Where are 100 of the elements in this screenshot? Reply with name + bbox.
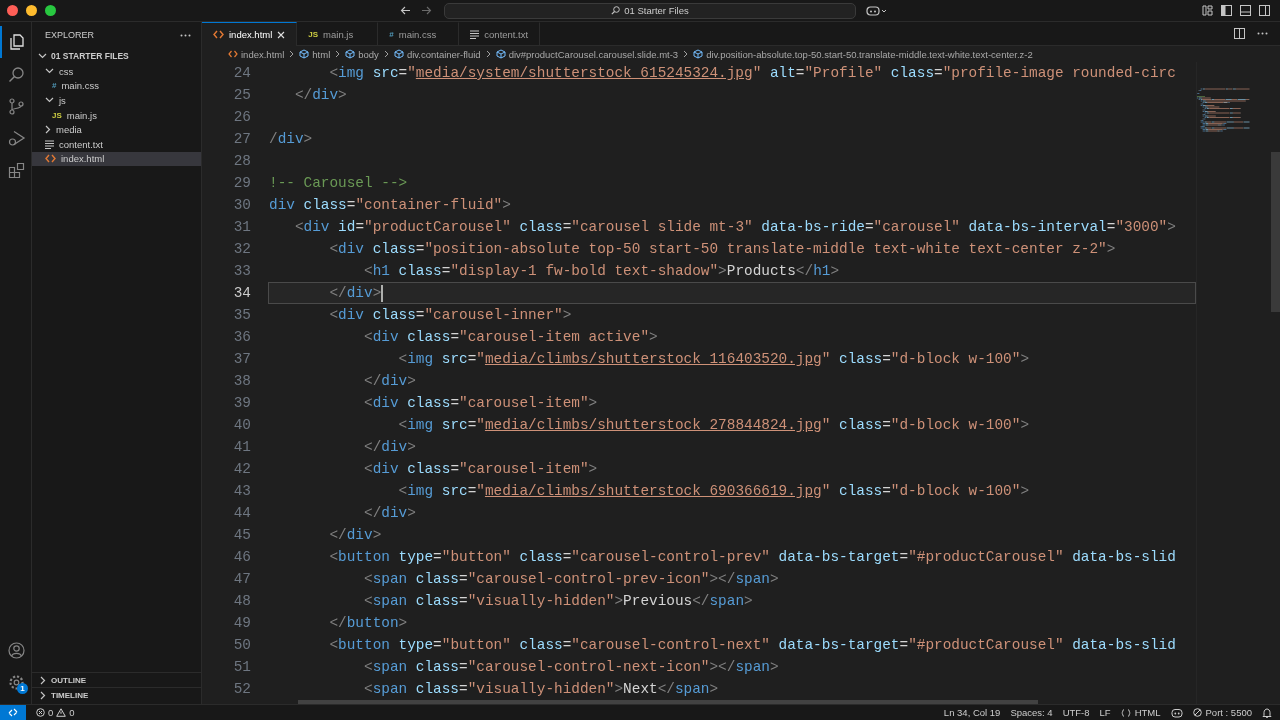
code-line: <img src="media/system/shutterstock_615245324.jpg" alt="Profile" class="profile-image rounded-circ bbox=[328, 64, 1176, 83]
panel-header[interactable]: OUTLINE bbox=[32, 672, 201, 687]
copilot-icon[interactable] bbox=[1170, 707, 1183, 718]
problem-count: 0 bbox=[48, 707, 54, 718]
status-item[interactable]: UTF-8 bbox=[1062, 707, 1090, 718]
status-item[interactable]: Ln 34, Col 19 bbox=[943, 707, 1001, 718]
folder-header[interactable]: 01 STARTER FILES bbox=[32, 48, 201, 64]
editor-tab[interactable]: content.txt bbox=[459, 22, 541, 45]
line-number: 25 bbox=[232, 86, 252, 105]
chevron-right-icon bbox=[289, 50, 295, 58]
line-number: 30 bbox=[232, 196, 252, 215]
line-number: 38 bbox=[232, 372, 252, 391]
sidebar-title: EXPLORER bbox=[45, 30, 95, 40]
editor-tab[interactable]: index.html bbox=[202, 22, 298, 46]
line-number: 32 bbox=[232, 240, 252, 259]
line-number: 40 bbox=[232, 416, 252, 435]
code-line: </div> bbox=[363, 438, 416, 457]
vertical-scrollbar[interactable] bbox=[1271, 152, 1280, 312]
cube-icon bbox=[495, 49, 506, 59]
breadcrumb-item[interactable]: index.html bbox=[228, 48, 285, 60]
line-number: 24 bbox=[232, 64, 252, 83]
remote-button[interactable] bbox=[0, 705, 26, 720]
file-item[interactable]: content.txt bbox=[32, 136, 201, 152]
line-number: 34 bbox=[232, 284, 252, 303]
braces-icon bbox=[1120, 708, 1131, 717]
code-line: </div> bbox=[328, 284, 382, 303]
remote-icon bbox=[8, 708, 18, 717]
close-icon[interactable] bbox=[277, 30, 286, 39]
code-line: </div> bbox=[293, 86, 347, 105]
code-line: <h1 class="display-1 fw-bold text-shadow">Products</h1> bbox=[363, 262, 840, 281]
split-editor-icon[interactable] bbox=[1234, 28, 1245, 39]
line-number: 37 bbox=[232, 350, 252, 369]
toggle-secondary-sidebar-icon[interactable] bbox=[1259, 5, 1270, 16]
status-item[interactable]: Spaces: 4 bbox=[1010, 707, 1053, 718]
customize-layout-icon[interactable] bbox=[1202, 5, 1213, 16]
breadcrumb-item[interactable]: div.position-absolute.top-50.start-50.translate-middle.text-white.text-center.z-2 bbox=[693, 48, 1033, 60]
line-number: 48 bbox=[232, 592, 252, 611]
code-line: <span class="visually-hidden">Next</span> bbox=[363, 680, 719, 699]
settings-button[interactable]: 1 bbox=[0, 666, 31, 698]
line-number: 39 bbox=[232, 394, 252, 413]
window-zoom-button[interactable] bbox=[45, 5, 56, 16]
error-icon bbox=[36, 708, 45, 717]
toggle-sidebar-icon[interactable] bbox=[1221, 5, 1232, 16]
code-icon bbox=[213, 30, 224, 39]
breadcrumb-item[interactable]: body bbox=[345, 48, 379, 60]
line-number: 31 bbox=[232, 218, 252, 237]
settings-icon bbox=[8, 673, 25, 691]
file-item[interactable]: # main.css bbox=[32, 78, 201, 94]
blocked-circle-icon bbox=[1192, 708, 1202, 717]
horizontal-scrollbar[interactable] bbox=[298, 700, 1038, 704]
run-debug-icon bbox=[7, 129, 26, 147]
command-center-search[interactable]: 01 Starter Files bbox=[444, 2, 856, 19]
forward-arrow-icon[interactable] bbox=[421, 6, 432, 15]
window-close-button[interactable] bbox=[7, 5, 18, 16]
toggle-panel-icon[interactable] bbox=[1240, 5, 1251, 16]
code-line: </button> bbox=[328, 614, 408, 633]
line-number: 50 bbox=[232, 636, 252, 655]
line-number: 41 bbox=[232, 438, 252, 457]
code-line: </div> bbox=[328, 526, 382, 545]
code-line: <img src="media/climbs/shutterstock_116403520.jpg" class="d-block w-100"> bbox=[397, 350, 1030, 369]
cube-icon bbox=[345, 49, 356, 59]
warning-icon bbox=[56, 708, 67, 717]
folder-item[interactable]: js bbox=[32, 93, 201, 108]
code-line: !-- Carousel --> bbox=[269, 174, 408, 193]
chevron-right-icon bbox=[45, 125, 51, 135]
language-mode[interactable]: HTML bbox=[1120, 707, 1161, 718]
folder-item[interactable]: media bbox=[32, 122, 201, 137]
line-number: 27 bbox=[232, 130, 252, 149]
panel-header[interactable]: TIMELINE bbox=[32, 687, 201, 702]
folder-item[interactable]: css bbox=[32, 64, 201, 79]
cube-icon bbox=[693, 49, 704, 59]
file-item[interactable]: index.html bbox=[32, 151, 201, 167]
line-number: 46 bbox=[232, 548, 252, 567]
breadcrumb-item[interactable]: html bbox=[299, 48, 331, 60]
status-item[interactable]: LF bbox=[1099, 707, 1111, 718]
code-line: <div class="carousel-item"> bbox=[363, 394, 598, 413]
text-file-icon bbox=[45, 139, 54, 149]
line-number: 51 bbox=[232, 658, 252, 677]
code-line: <div class="carousel-inner"> bbox=[328, 306, 572, 325]
file-item[interactable]: JS main.js bbox=[32, 107, 201, 123]
back-arrow-icon[interactable] bbox=[400, 6, 411, 15]
editor-tab[interactable]: # main.css bbox=[378, 22, 460, 45]
line-number: 36 bbox=[232, 328, 252, 347]
code-line: <div class="carousel-item active"> bbox=[363, 328, 658, 347]
bell-icon[interactable] bbox=[1262, 707, 1272, 718]
line-number: 47 bbox=[232, 570, 252, 589]
live-server-port[interactable]: Port : 5500 bbox=[1192, 707, 1252, 718]
line-number: 33 bbox=[232, 262, 252, 281]
problems-button[interactable]: 0 0 bbox=[36, 707, 75, 718]
code-line: <img src="media/climbs/shutterstock_690366619.jpg" class="d-block w-100"> bbox=[397, 482, 1030, 501]
code-line: <div class="carousel-item"> bbox=[363, 460, 598, 479]
hash-icon: # bbox=[52, 81, 57, 91]
breadcrumb-item[interactable]: div.container-fluid bbox=[393, 48, 481, 60]
more-icon[interactable] bbox=[1257, 32, 1268, 35]
window-minimize-button[interactable] bbox=[26, 5, 37, 16]
chevron-down-icon bbox=[45, 97, 54, 104]
breadcrumb-item[interactable]: div#productCarousel.carousel.slide.mt-3 bbox=[495, 48, 679, 60]
copilot-icon[interactable] bbox=[866, 5, 888, 16]
editor-tab[interactable]: JS main.js bbox=[297, 22, 379, 45]
more-icon[interactable] bbox=[180, 33, 191, 37]
